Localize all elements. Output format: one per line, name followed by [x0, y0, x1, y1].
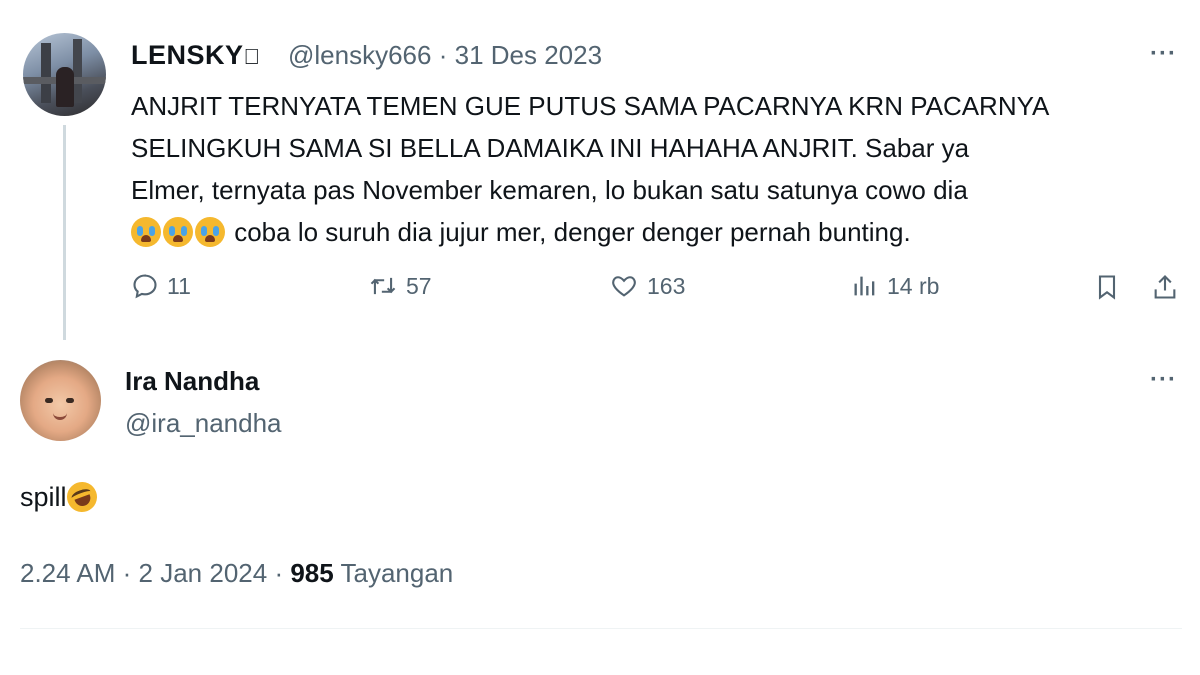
reply-date[interactable]: 2 Jan 2024	[139, 558, 268, 588]
divider	[20, 628, 1182, 629]
bookmark-icon	[1093, 272, 1121, 302]
reply-time[interactable]: 2.24 AM	[20, 558, 115, 588]
more-options-icon[interactable]: ···	[1150, 366, 1177, 394]
views-label: Tayangan	[340, 558, 454, 588]
crying-emoji-icon	[131, 217, 161, 247]
author-name[interactable]: LENSKY	[131, 40, 261, 71]
more-options-icon[interactable]: ···	[1150, 40, 1177, 68]
apple-icon: 	[244, 44, 261, 69]
tweet-text: ANJRIT TERNYATA TEMEN GUE PUTUS SAMA PAC…	[131, 91, 1050, 247]
ira-avatar[interactable]	[20, 360, 101, 441]
like-button[interactable]: 163	[609, 272, 685, 300]
bar-chart-icon	[851, 272, 879, 300]
reply-timestamp: 2.24 AM · 2 Jan 2024 · 985 Tayangan	[20, 558, 454, 588]
tweet-date[interactable]: 31 Des 2023	[455, 40, 602, 70]
author-handle[interactable]: @lensky666	[288, 40, 431, 70]
tweet-actions: 11 57 163 14 rb	[131, 272, 1191, 312]
rolling-laughing-emoji-icon	[62, 477, 101, 517]
repost-button[interactable]: 57	[368, 272, 432, 300]
views-button[interactable]: 14 rb	[851, 272, 939, 300]
crying-emoji-icon	[195, 217, 225, 247]
reply-author-handle[interactable]: @ira_nandha	[125, 408, 282, 439]
repost-icon	[368, 272, 398, 300]
reply-author-name[interactable]: Ira Nandha	[125, 366, 259, 397]
bookmark-button[interactable]	[1093, 272, 1121, 302]
reply-icon	[131, 272, 159, 300]
heart-icon	[609, 272, 639, 300]
thread-line	[63, 125, 66, 340]
reply-text: spill	[20, 477, 101, 517]
reply-button[interactable]: 11	[131, 272, 191, 300]
lensky-avatar[interactable]	[23, 33, 106, 116]
crying-emoji-icon	[163, 217, 193, 247]
author-meta: @lensky666 · 31 Des 2023	[288, 40, 603, 70]
views-count: 985	[290, 558, 334, 588]
share-icon	[1151, 272, 1179, 302]
share-button[interactable]	[1151, 272, 1179, 302]
